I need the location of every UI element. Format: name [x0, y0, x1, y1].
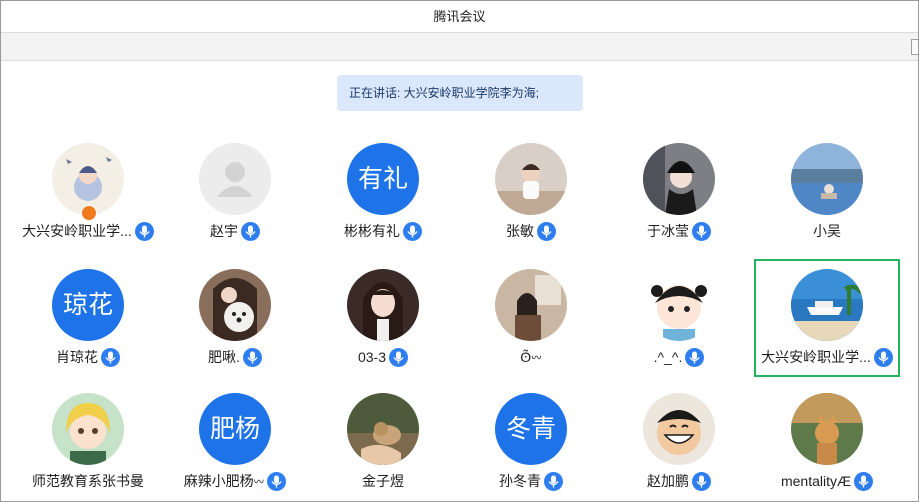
participant-name: 肖琼花: [56, 349, 98, 366]
participant-name-line: 金子煜: [310, 469, 456, 491]
participant-name-line: 赵宇: [162, 219, 308, 241]
avatar-initials: 有礼: [347, 143, 419, 215]
meeting-window: 腾讯会议 正在讲话: 大兴安岭职业学院李为海; 大兴安岭职业学... 赵宇 有礼彬彬…: [0, 0, 919, 502]
participant-name-line: 肥啾.: [162, 345, 308, 367]
avatar-initials: 琼花: [52, 269, 124, 341]
participant-tile[interactable]: 张敏: [458, 133, 604, 251]
participant-name-line: 大兴安岭职业学...: [756, 345, 898, 367]
participant-tile[interactable]: 大兴安岭职业学...: [15, 133, 161, 251]
participant-name-line: 03-3: [310, 345, 456, 367]
microphone-icon[interactable]: [241, 221, 260, 241]
participant-name: .^_^.: [653, 349, 683, 366]
toolbar-handle[interactable]: [911, 39, 918, 55]
participant-name-line: .^_^.: [606, 345, 752, 367]
participant-tile[interactable]: 于冰莹: [606, 133, 752, 251]
participant-name: 张敏: [506, 223, 534, 240]
participant-name: 赵加鹏: [647, 473, 689, 490]
microphone-icon[interactable]: [267, 471, 287, 491]
participant-name-line: 彬彬有礼: [310, 219, 456, 241]
avatar: [643, 269, 715, 341]
avatar: [643, 393, 715, 465]
microphone-icon[interactable]: [873, 347, 893, 367]
participant-tile-active[interactable]: 大兴安岭职业学...: [754, 259, 900, 377]
participant-tile[interactable]: 肥杨麻辣小肥杨𖥦: [162, 383, 308, 501]
microphone-icon[interactable]: [134, 221, 154, 241]
participant-name: 于冰莹: [647, 223, 689, 240]
participant-name: 金子煜: [362, 473, 404, 490]
participant-tile[interactable]: .^_^.: [606, 259, 752, 377]
speaking-indicator: 正在讲话: 大兴安岭职业学院李为海;: [337, 75, 583, 111]
microphone-icon[interactable]: [692, 221, 711, 241]
participant-name: ʘ̃𖥦: [520, 349, 542, 366]
participant-name: 大兴安岭职业学...: [761, 349, 871, 366]
avatar: [791, 393, 863, 465]
participant-name-line: 小吴: [754, 219, 900, 241]
microphone-icon[interactable]: [403, 221, 422, 241]
participant-tile[interactable]: 有礼 彬彬有礼: [310, 133, 456, 251]
microphone-icon[interactable]: [854, 471, 874, 491]
avatar: [199, 143, 271, 215]
participant-name-line: 赵加鹏: [606, 469, 752, 491]
microphone-icon[interactable]: [242, 347, 262, 367]
avatar: [495, 269, 567, 341]
microphone-icon[interactable]: [544, 471, 563, 491]
window-title: 腾讯会议: [1, 1, 918, 32]
toolbar: [1, 32, 918, 61]
participant-name-line: 于冰莹: [606, 219, 752, 241]
participant-tile[interactable]: 小吴: [754, 133, 900, 251]
microphone-icon[interactable]: [692, 471, 711, 491]
participant-name-line: 肖琼花: [15, 345, 161, 367]
participant-name: 彬彬有礼: [344, 223, 400, 240]
participant-name: 赵宇: [210, 223, 238, 240]
participant-tile[interactable]: 琼花肖琼花: [15, 259, 161, 377]
participant-tile[interactable]: 03-3: [310, 259, 456, 377]
participant-name-line: 师范教育系张书曼: [15, 469, 161, 491]
microphone-icon[interactable]: [389, 347, 409, 367]
microphone-icon[interactable]: [685, 347, 705, 367]
participant-name-line: 孙冬青: [458, 469, 604, 491]
microphone-icon[interactable]: [537, 221, 556, 241]
participant-name: 03-3: [357, 349, 387, 366]
participant-name: 师范教育系张书曼: [32, 473, 144, 490]
participant-tile[interactable]: 肥啾.: [162, 259, 308, 377]
avatar: [791, 143, 863, 215]
avatar: [199, 269, 271, 341]
participant-name-line: 麻辣小肥杨𖥦: [162, 469, 308, 491]
avatar: [495, 143, 567, 215]
participant-name: 孙冬青: [499, 473, 541, 490]
participant-name-line: ʘ̃𖥦: [458, 345, 604, 367]
participant-name: 麻辣小肥杨𖥦: [183, 473, 265, 490]
avatar: [52, 393, 124, 465]
participant-name: 肥啾.: [208, 349, 240, 366]
participant-tile[interactable]: 师范教育系张书曼: [15, 383, 161, 501]
avatar-initials: 肥杨: [199, 393, 271, 465]
participant-tile[interactable]: ʘ̃𖥦: [458, 259, 604, 377]
participant-name-line: 张敏: [458, 219, 604, 241]
avatar: [347, 393, 419, 465]
participant-tile[interactable]: 冬青孙冬青: [458, 383, 604, 501]
participant-name-line: 大兴安岭职业学...: [15, 219, 161, 241]
participant-name: 大兴安岭职业学...: [22, 223, 132, 240]
participant-tile[interactable]: 金子煜: [310, 383, 456, 501]
participant-name: mentalityÆ: [780, 473, 852, 490]
microphone-icon[interactable]: [101, 347, 120, 367]
avatar: [643, 143, 715, 215]
avatar: [347, 269, 419, 341]
avatar: [791, 269, 863, 341]
participant-name: 小吴: [813, 223, 841, 240]
participant-tile[interactable]: 赵宇: [162, 133, 308, 251]
participant-name-line: mentalityÆ: [754, 469, 900, 491]
participant-tile[interactable]: mentalityÆ: [754, 383, 900, 501]
avatar-initials: 冬青: [495, 393, 567, 465]
participant-tile[interactable]: 赵加鹏: [606, 383, 752, 501]
